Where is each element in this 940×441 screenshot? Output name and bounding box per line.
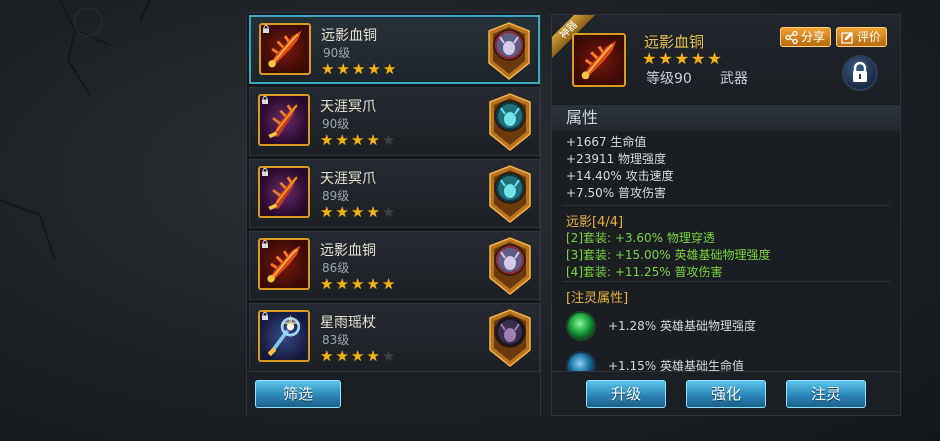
filter-button[interactable]: 筛选 bbox=[255, 380, 341, 408]
hooded-hero-portrait bbox=[487, 308, 533, 368]
attributes-header: 属性 bbox=[552, 105, 900, 131]
item-level: 90级 bbox=[323, 46, 351, 60]
share-icon bbox=[785, 31, 798, 44]
review-button[interactable]: 评价 bbox=[836, 27, 888, 47]
set-bonus-line: [3]套装: +15.00% 英雄基础物理强度 bbox=[566, 248, 771, 262]
spirit-attribute-line: +1.28% 英雄基础物理强度 bbox=[608, 319, 756, 333]
lock-icon bbox=[262, 96, 268, 104]
star-filled-icon: ★ bbox=[320, 203, 334, 221]
star-rating: ★ ★ ★ ★ ★ bbox=[320, 205, 395, 220]
divider bbox=[562, 205, 890, 206]
background-texture bbox=[0, 0, 151, 261]
star-rating: ★ ★ ★ ★ ★ bbox=[320, 277, 395, 292]
item-name: 天涯冥爪 bbox=[320, 171, 376, 187]
star-filled-icon: ★ bbox=[336, 60, 350, 78]
star-filled-icon: ★ bbox=[366, 131, 380, 149]
detail-item-level: 等级90 bbox=[646, 71, 692, 87]
item-level: 83级 bbox=[322, 333, 350, 347]
attribute-line: +7.50% 普攻伤害 bbox=[566, 186, 666, 200]
equipment-list-item[interactable]: 天涯冥爪 89级 ★ ★ ★ ★ ★ bbox=[249, 159, 540, 228]
attribute-line: +23911 物理强度 bbox=[566, 152, 667, 166]
equipment-list-item[interactable]: 天涯冥爪 90级 ★ ★ ★ ★ ★ bbox=[249, 87, 540, 156]
item-detail-panel: 神器 远影血铜 ★ ★ ★ ★ ★ 等级90 武器 分享 评价 属性 +1667… bbox=[551, 14, 901, 416]
star-filled-icon: ★ bbox=[366, 347, 380, 365]
spirit-attributes-title: [注灵属性] bbox=[566, 291, 629, 306]
green-spirit-orb-icon bbox=[566, 311, 596, 341]
attribute-line: +14.40% 攻击速度 bbox=[566, 169, 674, 183]
lock-icon bbox=[262, 168, 268, 176]
set-bonus-title: 远影[4/4] bbox=[566, 215, 624, 230]
star-filled-icon: ★ bbox=[350, 347, 365, 365]
star-filled-icon: ★ bbox=[335, 131, 349, 149]
lock-icon bbox=[262, 312, 268, 320]
cyan-hero-portrait bbox=[487, 92, 533, 152]
star-filled-icon: ★ bbox=[350, 131, 365, 149]
star-empty-icon: ★ bbox=[381, 131, 396, 149]
red-blade-icon bbox=[581, 40, 617, 80]
equipment-list-item[interactable]: 远影血铜 90级 ★ ★ ★ ★ ★ bbox=[249, 15, 540, 84]
share-button[interactable]: 分享 bbox=[780, 27, 832, 47]
star-filled-icon: ★ bbox=[367, 60, 381, 78]
equipment-list-item[interactable]: 远影血铜 86级 ★ ★ ★ ★ ★ bbox=[249, 231, 540, 300]
item-name: 远影血铜 bbox=[321, 28, 377, 44]
lock-icon bbox=[262, 240, 268, 248]
star-filled-icon: ★ bbox=[674, 49, 690, 68]
star-filled-icon: ★ bbox=[320, 275, 334, 293]
item-level: 86级 bbox=[322, 261, 350, 275]
set-bonus-line: [2]套装: +3.60% 物理穿透 bbox=[566, 231, 715, 245]
detail-star-rating: ★ ★ ★ ★ ★ bbox=[642, 51, 722, 67]
star-filled-icon: ★ bbox=[351, 60, 366, 78]
star-filled-icon: ★ bbox=[366, 203, 380, 221]
star-filled-icon: ★ bbox=[335, 203, 349, 221]
item-name: 天涯冥爪 bbox=[320, 99, 376, 115]
edit-icon bbox=[841, 32, 853, 44]
detail-item-icon bbox=[572, 33, 626, 87]
star-filled-icon: ★ bbox=[321, 60, 335, 78]
star-filled-icon: ★ bbox=[691, 49, 706, 68]
star-filled-icon: ★ bbox=[350, 275, 365, 293]
star-filled-icon: ★ bbox=[642, 49, 657, 68]
action-bar: 升级 强化 注灵 bbox=[552, 371, 900, 415]
star-rating: ★ ★ ★ ★ ★ bbox=[320, 349, 395, 364]
item-level: 89级 bbox=[322, 189, 350, 203]
star-filled-icon: ★ bbox=[335, 275, 349, 293]
star-rating: ★ ★ ★ ★ ★ bbox=[320, 133, 395, 148]
lock-icon bbox=[263, 25, 269, 33]
lock-button[interactable] bbox=[842, 55, 878, 91]
horned-hero-portrait bbox=[487, 236, 533, 296]
star-empty-icon: ★ bbox=[381, 203, 396, 221]
upgrade-button[interactable]: 升级 bbox=[586, 380, 666, 408]
list-footer: 筛选 bbox=[247, 371, 540, 416]
set-bonus-line: [4]套装: +11.25% 普攻伤害 bbox=[566, 265, 723, 279]
divider bbox=[562, 281, 890, 282]
lock-icon bbox=[853, 61, 867, 82]
cyan-hero-portrait bbox=[487, 164, 533, 224]
review-label: 评价 bbox=[857, 30, 882, 44]
star-filled-icon: ★ bbox=[366, 275, 380, 293]
star-empty-icon: ★ bbox=[381, 347, 396, 365]
horned-hero-portrait bbox=[486, 21, 532, 81]
star-filled-icon: ★ bbox=[335, 347, 349, 365]
star-rating: ★ ★ ★ ★ ★ bbox=[321, 62, 396, 77]
infuse-button[interactable]: 注灵 bbox=[786, 380, 866, 408]
detail-item-type: 武器 bbox=[720, 71, 748, 87]
equipment-list-panel: 远影血铜 90级 ★ ★ ★ ★ ★ 天涯冥爪 90级 ★ ★ ★ ★ ★ 天涯冥爪 89级 bbox=[246, 12, 541, 416]
star-filled-icon: ★ bbox=[320, 347, 334, 365]
share-label: 分享 bbox=[801, 30, 826, 44]
star-filled-icon: ★ bbox=[320, 131, 334, 149]
star-filled-icon: ★ bbox=[382, 60, 397, 78]
star-filled-icon: ★ bbox=[707, 49, 722, 68]
item-name: 星雨瑶杖 bbox=[320, 315, 376, 331]
star-filled-icon: ★ bbox=[381, 275, 396, 293]
item-name: 远影血铜 bbox=[320, 243, 376, 259]
star-filled-icon: ★ bbox=[350, 203, 365, 221]
star-filled-icon: ★ bbox=[658, 49, 673, 68]
enhance-button[interactable]: 强化 bbox=[686, 380, 766, 408]
item-level: 90级 bbox=[322, 117, 350, 131]
detail-header: 神器 远影血铜 ★ ★ ★ ★ ★ 等级90 武器 分享 评价 bbox=[552, 15, 900, 103]
attribute-line: +1667 生命值 bbox=[566, 135, 647, 149]
equipment-list-item[interactable]: 星雨瑶杖 83级 ★ ★ ★ ★ ★ bbox=[249, 303, 540, 372]
